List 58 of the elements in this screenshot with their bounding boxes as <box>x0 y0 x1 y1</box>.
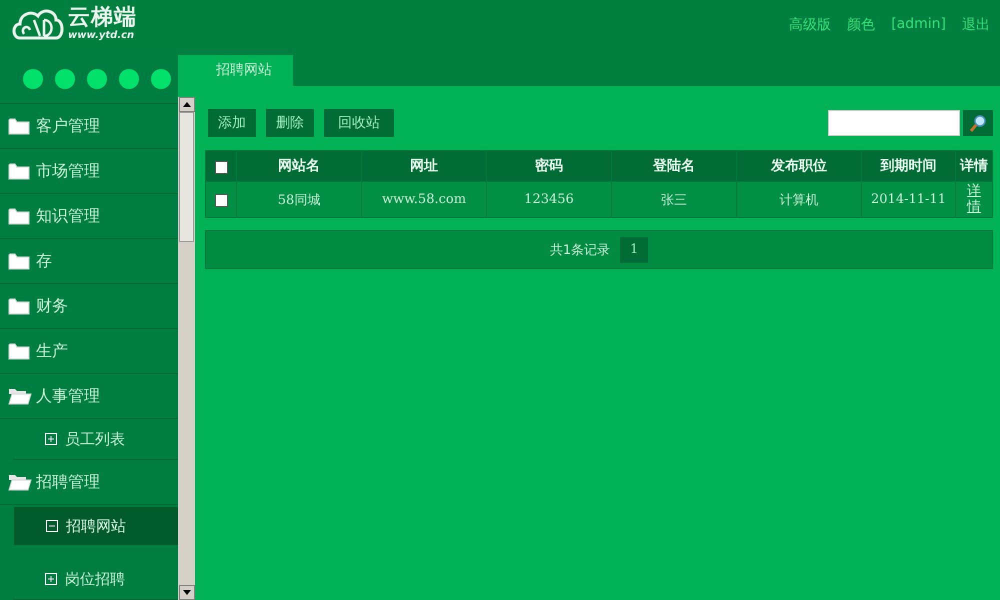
search-button[interactable] <box>963 110 993 136</box>
plus-box-icon <box>45 433 57 445</box>
header-link[interactable]: 高级版 <box>789 16 832 34</box>
sidebar-item[interactable]: 人事管理 <box>0 374 178 419</box>
open-folder-icon <box>8 386 32 406</box>
column-header: 网址 <box>362 150 486 182</box>
scroll-up-icon <box>178 97 194 112</box>
table-cell: www.58.com <box>362 182 486 218</box>
scroll-down-icon <box>178 585 194 600</box>
tab[interactable]: 招聘网站 <box>195 55 293 86</box>
header-link[interactable]: 退出 <box>962 16 990 34</box>
folder-icon <box>8 296 32 316</box>
theme-dot[interactable] <box>151 69 171 89</box>
sidebar-item[interactable]: 客户管理 <box>0 104 178 149</box>
search-icon <box>969 114 987 132</box>
theme-dot[interactable] <box>87 69 107 89</box>
sidebar-item[interactable]: 招聘管理 <box>0 460 178 505</box>
table-cell: 计算机 <box>736 182 862 218</box>
minus-box-icon <box>46 520 58 532</box>
folder-icon <box>8 341 32 361</box>
folder-icon <box>8 161 32 181</box>
table-cell: 张三 <box>612 182 736 218</box>
theme-dot[interactable] <box>119 69 139 89</box>
theme-dot[interactable] <box>55 69 75 89</box>
sidebar-subitem[interactable]: 招聘网站 <box>14 507 178 545</box>
folder-icon <box>8 251 32 271</box>
logo-text: 云梯端 <box>68 6 137 30</box>
column-header: 网站名 <box>236 150 362 182</box>
sidebar-item[interactable]: 知识管理 <box>0 194 178 239</box>
record-count: 共1条记录 <box>550 242 610 258</box>
plus-box-icon <box>45 573 57 585</box>
sidebar-item[interactable]: 存 <box>0 239 178 284</box>
toolbar-button[interactable]: 添加 <box>208 109 256 137</box>
toolbar-button[interactable]: 回收站 <box>324 109 394 137</box>
open-folder-icon <box>8 472 32 492</box>
logo-url: www.ytd.cn <box>68 30 136 42</box>
table-cell: 58同城 <box>236 182 362 218</box>
scrollbar[interactable] <box>178 97 195 600</box>
header-link[interactable]: [admin] <box>891 16 946 34</box>
details-link[interactable]: 详情 <box>967 184 981 215</box>
page-button[interactable]: 1 <box>620 236 648 262</box>
column-header: 发布职位 <box>736 150 862 182</box>
folder-icon <box>8 206 32 226</box>
toolbar-button[interactable]: 删除 <box>266 109 314 137</box>
table-cell: 123456 <box>486 182 612 218</box>
folder-icon <box>8 116 32 136</box>
row-checkbox[interactable] <box>214 194 228 208</box>
search-field[interactable] <box>828 110 960 136</box>
column-header: 登陆名 <box>612 150 736 182</box>
scroll-thumb[interactable] <box>179 112 194 242</box>
select-all-checkbox[interactable] <box>214 160 228 174</box>
theme-dot[interactable] <box>23 69 43 89</box>
sidebar-item[interactable]: 财务 <box>0 284 178 329</box>
sidebar-item[interactable]: 生产 <box>0 329 178 374</box>
column-header: 密码 <box>486 150 612 182</box>
table-cell: 2014-11-11 <box>862 182 956 218</box>
sidebar-item[interactable]: 市场管理 <box>0 149 178 194</box>
header-link[interactable]: 颜色 <box>847 16 876 34</box>
